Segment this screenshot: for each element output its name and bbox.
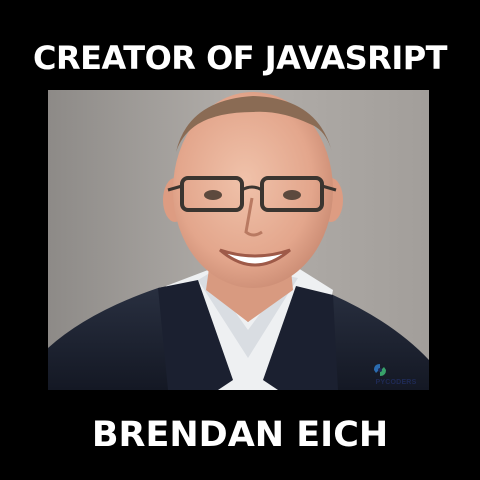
pycoders-logo-icon bbox=[374, 364, 386, 376]
person-name: BRENDAN EICH bbox=[91, 415, 389, 455]
watermark-text: PYCODERS bbox=[375, 379, 417, 386]
pycoders-watermark: PYCODERS bbox=[371, 361, 421, 386]
portrait-photo: PYCODERS bbox=[48, 90, 429, 390]
headline: CREATOR OF JAVASRIPT bbox=[32, 39, 448, 77]
meme-card: CREATOR OF JAVASRIPT PYCODERS BRENDAN EI… bbox=[0, 0, 480, 480]
